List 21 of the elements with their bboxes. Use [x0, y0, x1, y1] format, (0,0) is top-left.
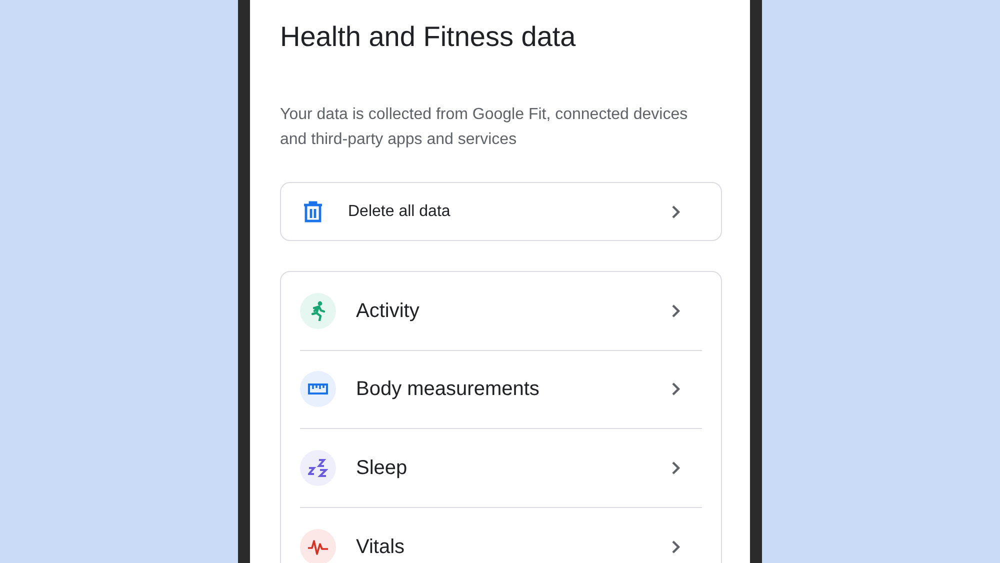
chevron-right-icon — [671, 382, 681, 396]
trash-icon — [303, 200, 323, 222]
delete-all-data-button[interactable]: Delete all data — [280, 182, 722, 241]
ruler-icon — [308, 383, 328, 396]
chevron-right-icon — [671, 540, 681, 554]
category-row[interactable]: Body measurements — [300, 350, 702, 429]
category-label: Sleep — [356, 456, 408, 481]
chevron-right-icon — [671, 204, 681, 218]
page-title: Health and Fitness data — [280, 20, 577, 54]
running-person-icon — [309, 300, 327, 321]
category-row[interactable]: Activity — [300, 272, 702, 350]
category-label: Vitals — [356, 534, 406, 560]
sleep-icon — [308, 458, 328, 478]
category-row[interactable]: Vitals — [300, 508, 702, 563]
description-text: Your data is collected from Google Fit, connected devices and third-party apps and services — [280, 105, 689, 150]
category-row[interactable]: Sleep — [300, 429, 702, 508]
category-label: Activity — [356, 298, 420, 324]
chevron-right-icon — [671, 460, 681, 475]
chevron-right-icon — [671, 304, 681, 318]
category-label: Body measurements — [356, 377, 540, 402]
heartbeat-icon — [307, 538, 329, 555]
